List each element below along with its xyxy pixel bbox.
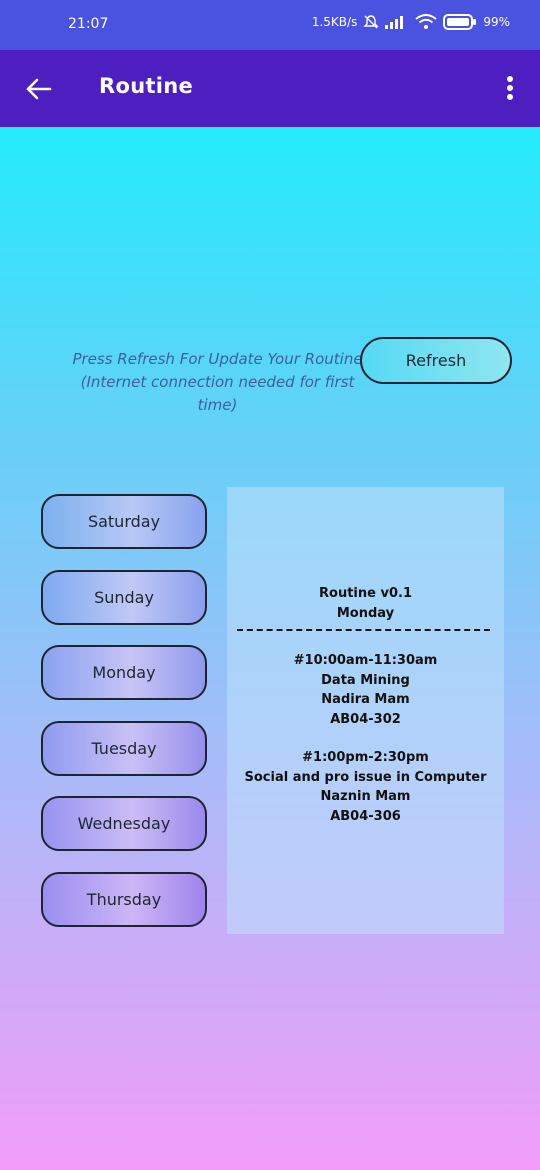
day-button-monday[interactable]: Monday (41, 645, 207, 700)
day-button-tuesday[interactable]: Tuesday (41, 720, 207, 776)
class-spacer (227, 729, 504, 748)
mute-icon (363, 14, 380, 30)
day-button-sunday[interactable]: Sunday (41, 569, 207, 625)
class-teacher: Naznin Mam (320, 789, 411, 804)
signal-icon (385, 15, 409, 29)
net-speed: 1.5KB/s (311, 15, 358, 29)
class-time: #10:00am-11:30am (293, 653, 438, 668)
status-icons: 1.5KB/s 99% (312, 14, 510, 30)
routine-panel: Routine v0.1 Monday #10:00am-11:30am Dat… (227, 487, 504, 934)
day-list: Saturday Sunday Monday Tuesday Wednesday… (41, 494, 207, 947)
page-title: Routine (99, 74, 194, 98)
battery-level: 99% (483, 15, 510, 29)
class-room: AB04-302 (330, 711, 401, 727)
back-arrow-icon[interactable] (24, 74, 54, 104)
status-time: 21:07 (68, 16, 109, 32)
day-button-wednesday[interactable]: Wednesday (41, 796, 207, 851)
class-course: Social and pro issue in Computer (244, 769, 487, 785)
refresh-button[interactable]: Refresh (360, 337, 512, 384)
class-teacher: Nadira Mam (321, 692, 410, 707)
refresh-hint: Press Refresh For Update Your Routine (I… (72, 350, 363, 414)
day-button-saturday[interactable]: Saturday (41, 494, 207, 549)
wifi-icon (415, 14, 437, 30)
class-course: Data Mining (321, 672, 410, 688)
dashed-divider (237, 629, 490, 631)
battery-icon (443, 14, 477, 30)
class-time: #1:00pm-2:30pm (302, 750, 429, 765)
app-bar: Routine (0, 50, 540, 127)
class-room: AB04-306 (330, 808, 401, 824)
routine-version: Routine v0.1 (319, 586, 412, 601)
routine-day: Monday (336, 605, 395, 621)
status-bar: 21:07 1.5KB/s 99% (0, 0, 540, 50)
day-button-thursday[interactable]: Thursday (41, 871, 207, 927)
more-options-icon[interactable] (500, 74, 520, 104)
